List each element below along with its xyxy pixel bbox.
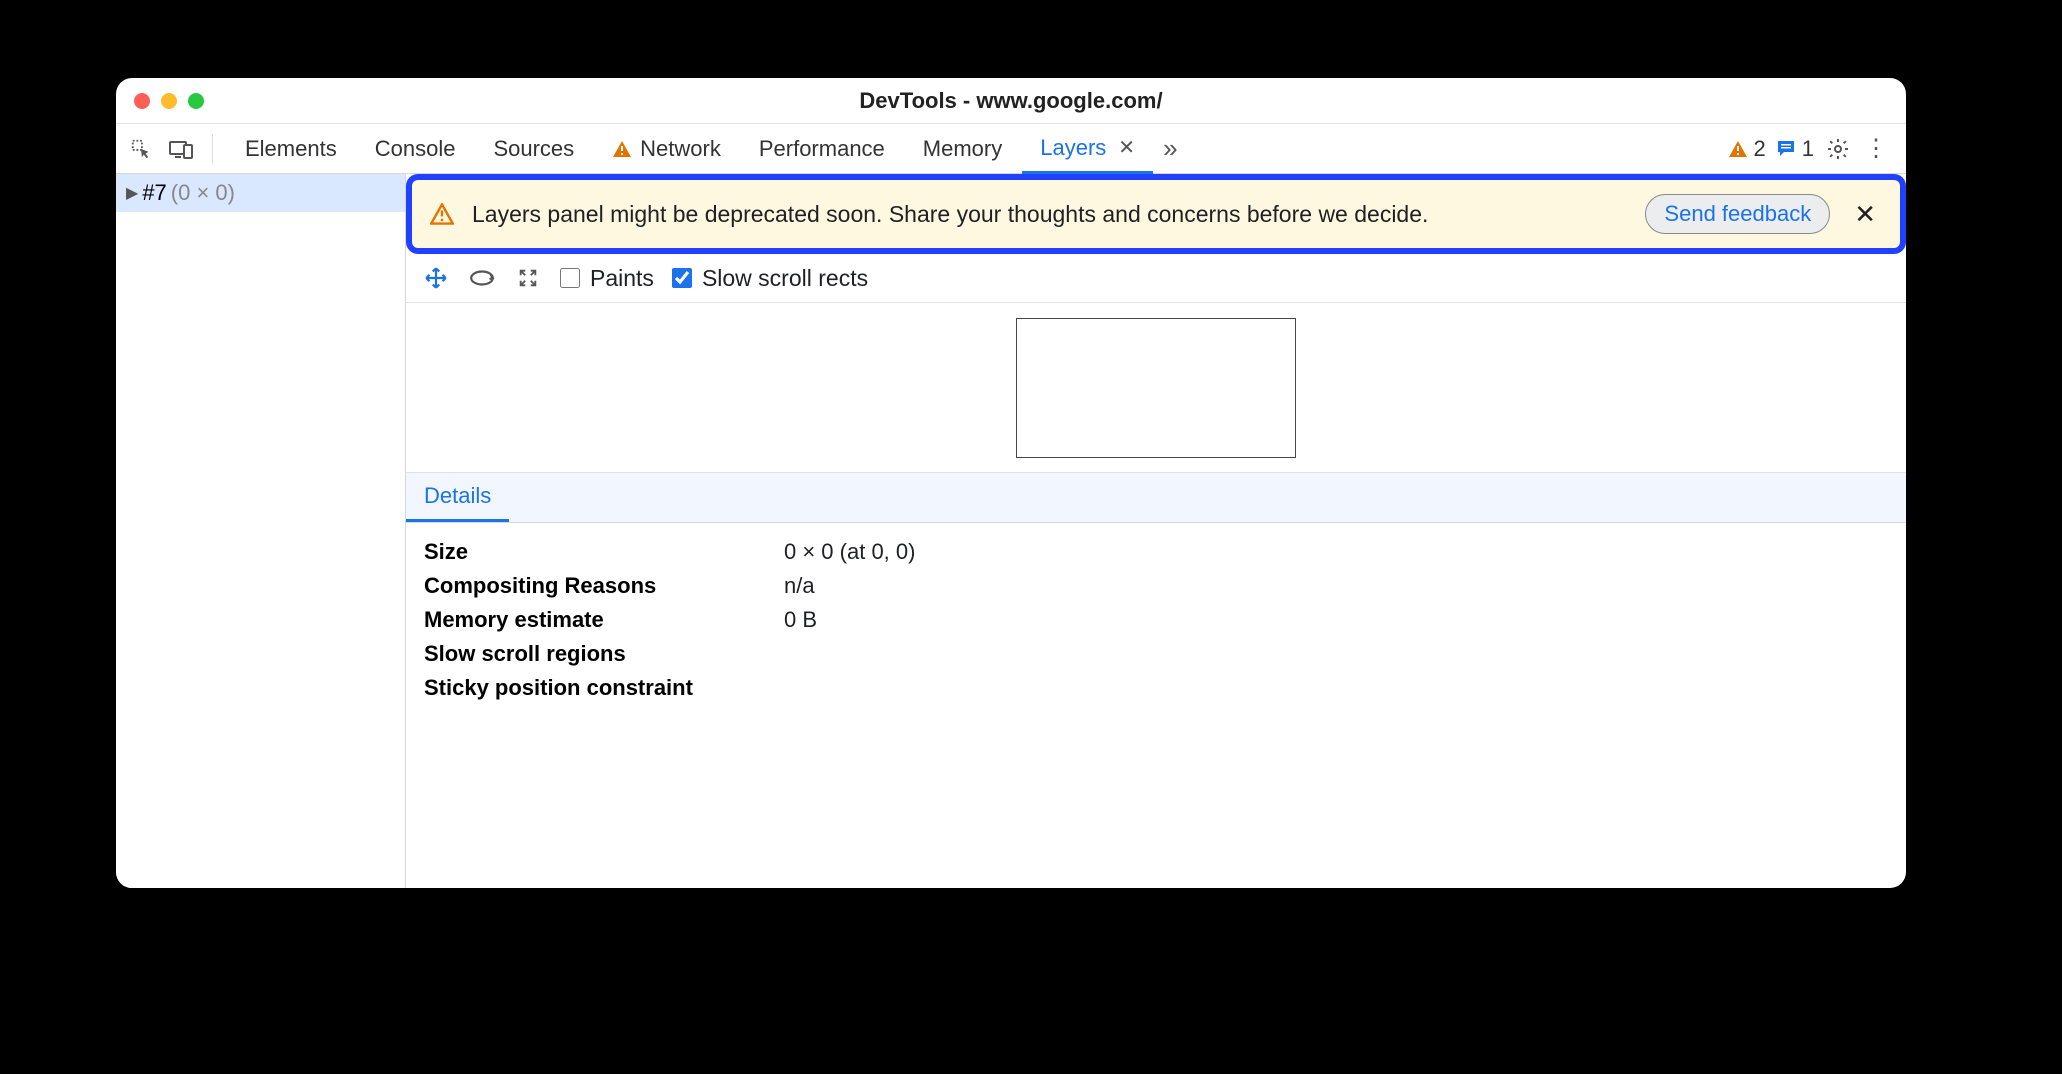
details-tab[interactable]: Details: [406, 473, 509, 522]
tab-layers[interactable]: Layers ✕: [1022, 125, 1153, 174]
settings-icon[interactable]: [1824, 135, 1852, 163]
close-window-button[interactable]: [134, 93, 150, 109]
warning-icon: [430, 203, 454, 225]
titlebar: DevTools - www.google.com/: [116, 78, 1906, 124]
layer-name: #7: [142, 180, 166, 206]
messages-counter[interactable]: 1: [1776, 136, 1814, 162]
tab-console[interactable]: Console: [357, 124, 474, 173]
layers-main: Layers panel might be deprecated soon. S…: [406, 174, 1906, 888]
tab-label: Memory: [923, 136, 1002, 162]
slow-scroll-checkbox-label[interactable]: Slow scroll rects: [672, 265, 868, 292]
detail-row-compositing: Compositing Reasons n/a: [424, 569, 1888, 603]
detail-row-slowscroll: Slow scroll regions: [424, 637, 1888, 671]
deprecation-banner-highlight: Layers panel might be deprecated soon. S…: [406, 174, 1906, 254]
detail-key: Size: [424, 539, 784, 565]
tab-label: Elements: [245, 136, 337, 162]
device-toolbar-icon[interactable]: [164, 132, 198, 166]
detail-key: Sticky position constraint: [424, 675, 784, 701]
reset-view-icon[interactable]: [514, 264, 542, 292]
more-tabs-button[interactable]: »: [1155, 133, 1185, 164]
slow-scroll-checkbox[interactable]: [672, 268, 692, 288]
tab-label: Network: [640, 136, 721, 162]
detail-key: Compositing Reasons: [424, 573, 784, 599]
tab-memory[interactable]: Memory: [905, 124, 1020, 173]
panel-tabs: Elements Console Sources Network Perform…: [227, 124, 1186, 173]
warning-icon: [1728, 140, 1748, 158]
detail-row-size: Size 0 × 0 (at 0, 0): [424, 535, 1888, 569]
inspect-element-icon[interactable]: [124, 132, 158, 166]
issues-count: 2: [1754, 136, 1766, 162]
pan-mode-icon[interactable]: [422, 264, 450, 292]
send-feedback-button[interactable]: Send feedback: [1645, 194, 1830, 234]
tab-sources[interactable]: Sources: [475, 124, 592, 173]
toolbar-right: 2 1 ⋮: [1728, 135, 1899, 163]
layer-rect[interactable]: [1016, 318, 1296, 458]
detail-row-sticky: Sticky position constraint: [424, 671, 1888, 705]
paints-checkbox[interactable]: [560, 268, 580, 288]
tab-label: Performance: [759, 136, 885, 162]
minimize-window-button[interactable]: [161, 93, 177, 109]
slow-scroll-label-text: Slow scroll rects: [702, 265, 868, 292]
deprecation-banner: Layers panel might be deprecated soon. S…: [412, 180, 1900, 248]
layers-3d-view[interactable]: [406, 303, 1906, 473]
detail-value: 0 B: [784, 607, 817, 633]
layer-tree-item[interactable]: ▶ #7 (0 × 0): [116, 174, 405, 212]
paints-label-text: Paints: [590, 265, 654, 292]
detail-row-memory: Memory estimate 0 B: [424, 603, 1888, 637]
maximize-window-button[interactable]: [188, 93, 204, 109]
tab-label: Layers: [1040, 135, 1106, 161]
tab-label: Sources: [493, 136, 574, 162]
panel-body: ▶ #7 (0 × 0) Layers panel might be depre…: [116, 174, 1906, 888]
detail-value: n/a: [784, 573, 815, 599]
rotate-mode-icon[interactable]: [468, 264, 496, 292]
issues-counter[interactable]: 2: [1728, 136, 1766, 162]
paints-checkbox-label[interactable]: Paints: [560, 265, 654, 292]
more-options-icon[interactable]: ⋮: [1862, 135, 1890, 163]
warning-icon: [612, 140, 632, 158]
tab-label: Console: [375, 136, 456, 162]
message-icon: [1776, 139, 1796, 159]
window-title: DevTools - www.google.com/: [116, 88, 1906, 114]
tab-network[interactable]: Network: [594, 124, 739, 173]
messages-count: 1: [1802, 136, 1814, 162]
detail-value: 0 × 0 (at 0, 0): [784, 539, 915, 565]
banner-text: Layers panel might be deprecated soon. S…: [472, 201, 1627, 228]
separator: [212, 134, 213, 164]
close-banner-icon[interactable]: ✕: [1848, 199, 1882, 230]
layers-tree-sidebar: ▶ #7 (0 × 0): [116, 174, 406, 888]
details-pane: Size 0 × 0 (at 0, 0) Compositing Reasons…: [406, 523, 1906, 717]
disclosure-triangle-icon[interactable]: ▶: [126, 183, 138, 203]
tab-elements[interactable]: Elements: [227, 124, 355, 173]
tab-performance[interactable]: Performance: [741, 124, 903, 173]
layer-dimensions: (0 × 0): [171, 180, 235, 206]
close-tab-icon[interactable]: ✕: [1118, 135, 1135, 160]
window-controls: [134, 93, 204, 109]
detail-key: Memory estimate: [424, 607, 784, 633]
layers-toolbar: Paints Slow scroll rects: [406, 254, 1906, 303]
devtools-window: DevTools - www.google.com/ Elements Cons…: [116, 78, 1906, 888]
details-tabbar: Details: [406, 473, 1906, 523]
detail-key: Slow scroll regions: [424, 641, 784, 667]
main-tabbar: Elements Console Sources Network Perform…: [116, 124, 1906, 174]
